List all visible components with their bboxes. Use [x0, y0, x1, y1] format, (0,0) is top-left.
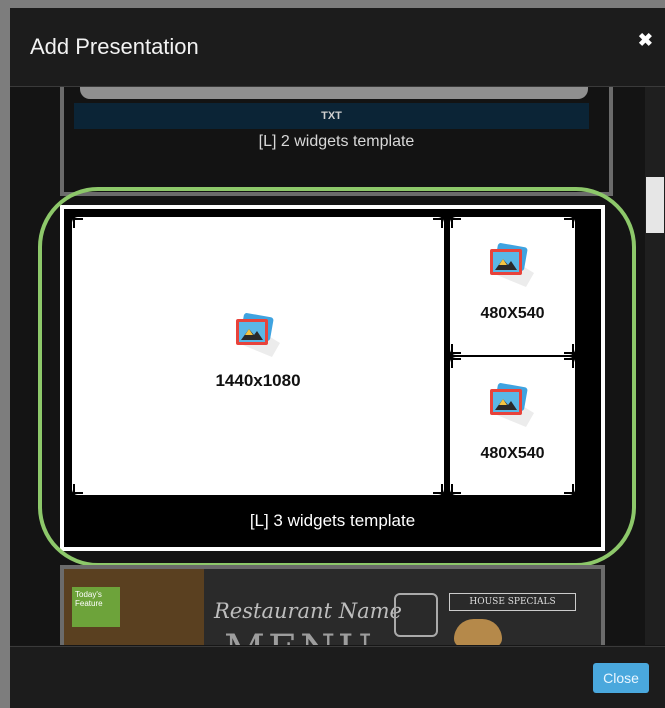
template-list: TXT [L] 2 widgets template 1440x1080 480… — [10, 87, 665, 645]
feature-photo: Today's Feature — [64, 569, 204, 645]
widget-small-top: 480X540 — [450, 217, 575, 355]
todays-feature-badge: Today's Feature — [72, 587, 120, 627]
image-icon — [236, 313, 280, 357]
add-presentation-dialog: Add Presentation ✖ TXT [L] 2 widgets tem… — [10, 8, 665, 708]
image-icon — [490, 243, 534, 287]
dialog-title: Add Presentation — [30, 34, 199, 59]
template-name: [L] 3 widgets template — [249, 511, 416, 530]
template-card-2-widgets[interactable]: TXT [L] 2 widgets template — [60, 87, 613, 196]
restaurant-name: Restaurant Name — [214, 599, 402, 623]
widget-large: 1440x1080 — [72, 217, 444, 495]
widget-size-label: 480X540 — [480, 445, 545, 462]
template-name: [L] 2 widgets template — [258, 133, 415, 150]
close-icon[interactable]: ✖ — [638, 30, 653, 51]
house-specials-heading: HOUSE SPECIALS — [449, 593, 576, 611]
widget-size-label: 480X540 — [480, 305, 545, 322]
close-button[interactable]: Close — [593, 663, 649, 693]
template-card-restaurant-menu[interactable]: Today's Feature Restaurant Name MENU HOU… — [60, 565, 605, 645]
template-card-3-widgets[interactable]: 1440x1080 480X540 480X540 [L] 3 widgets … — [60, 205, 605, 551]
txt-widget: TXT — [74, 103, 589, 129]
dialog-footer: Close — [10, 646, 665, 708]
chef-icon — [394, 593, 438, 637]
scroll-thumb[interactable] — [646, 177, 664, 233]
widget-small-bottom: 480X540 — [450, 357, 575, 495]
widget-placeholder — [80, 87, 588, 99]
menu-heading: MENU — [224, 627, 375, 645]
burger-image — [454, 619, 502, 645]
scrollbar[interactable] — [645, 87, 665, 645]
dialog-header: Add Presentation ✖ — [10, 8, 665, 87]
widget-size-label: 1440x1080 — [215, 371, 301, 390]
image-icon — [490, 383, 534, 427]
